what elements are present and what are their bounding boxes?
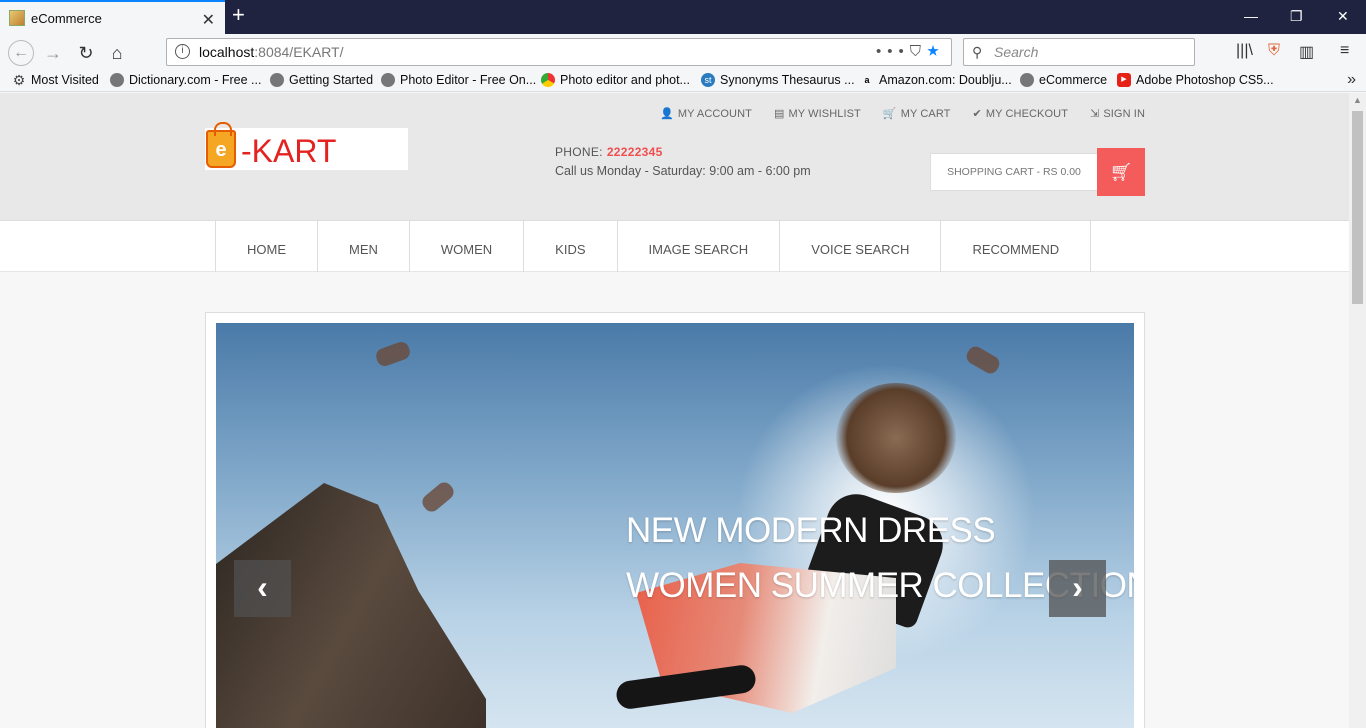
- cart-icon: 🛒︎: [1109, 162, 1133, 182]
- menu-icon[interactable]: ≡: [1340, 42, 1349, 60]
- nav-voice-search[interactable]: VOICE SEARCH: [780, 221, 942, 272]
- youtube-icon: ▶: [1117, 73, 1131, 87]
- forward-button[interactable]: →: [40, 40, 66, 66]
- url-host: localhost: [199, 44, 255, 60]
- sign-in-icon: ⇲: [1090, 108, 1100, 120]
- shopping-bag-icon: e: [206, 122, 236, 168]
- shopping-cart-summary[interactable]: SHOPPING CART - RS 0.00: [930, 153, 1098, 191]
- page-scrollbar[interactable]: ▲: [1349, 93, 1366, 728]
- bookmark-item[interactable]: ⚙ Most Visited: [12, 73, 99, 87]
- user-icon: 👤: [660, 108, 674, 120]
- chevron-right-icon: ›: [1072, 569, 1083, 605]
- bookmarks-toolbar: ⚙ Most Visited Dictionary.com - Free ... …: [0, 70, 1366, 92]
- minimize-icon[interactable]: —: [1244, 8, 1258, 24]
- close-window-icon[interactable]: ✕: [1337, 8, 1349, 25]
- bookmark-item[interactable]: a Amazon.com: Doublju...: [860, 73, 1011, 87]
- globe-icon: [1020, 73, 1034, 87]
- nav-image-search[interactable]: IMAGE SEARCH: [618, 221, 781, 272]
- site-header: 👤 MY ACCOUNT ▤ MY WISHLIST 🛒 MY CART ✔ MY CH…: [0, 93, 1349, 221]
- globe-icon: [270, 73, 284, 87]
- sign-in-link[interactable]: ⇲ SIGN IN: [1090, 107, 1145, 121]
- browser-tab-bar: eCommerce ✕ + — ❐ ✕: [0, 0, 1366, 34]
- nav-home[interactable]: HOME: [216, 221, 318, 272]
- site-info-icon[interactable]: i: [175, 44, 190, 59]
- chevron-left-icon: ‹: [257, 569, 268, 605]
- bookmark-item[interactable]: Dictionary.com - Free ...: [110, 73, 261, 87]
- page-actions-icon[interactable]: •••: [876, 43, 910, 60]
- logo-text: -KART: [241, 133, 337, 169]
- cart-icon: 🛒: [882, 108, 897, 120]
- tab-title: eCommerce: [31, 10, 102, 26]
- check-icon: ✔: [972, 108, 982, 120]
- bookmark-item[interactable]: st Synonyms Thesaurus ...: [701, 73, 855, 87]
- search-icon: ⚲: [972, 44, 983, 60]
- more-bookmarks-icon[interactable]: »: [1347, 71, 1356, 89]
- home-button[interactable]: ⌂: [104, 40, 130, 66]
- search-input[interactable]: ⚲ Search: [963, 38, 1195, 66]
- extension-shield-icon[interactable]: ⛨: [1268, 42, 1280, 60]
- slider-prev-button[interactable]: ‹: [234, 560, 291, 617]
- back-button[interactable]: ←: [8, 40, 34, 66]
- wishlist-icon: ▤: [773, 108, 785, 120]
- bookmark-star-icon[interactable]: ★: [927, 43, 945, 60]
- globe-icon: [110, 73, 124, 87]
- sidebar-icon[interactable]: ▥: [1299, 42, 1314, 62]
- new-tab-button[interactable]: +: [232, 4, 245, 26]
- scroll-thumb[interactable]: [1352, 111, 1363, 304]
- top-links: 👤 MY ACCOUNT ▤ MY WISHLIST 🛒 MY CART ✔ MY CH…: [660, 107, 1145, 121]
- browser-nav-bar: ← → ↻ ⌂ i localhost:8084/EKART/ •••⛉★ ⚲ …: [0, 34, 1366, 70]
- slider-next-button[interactable]: ›: [1049, 560, 1106, 617]
- bookmark-item[interactable]: Getting Started: [270, 73, 373, 87]
- thesaurus-icon: st: [701, 73, 715, 87]
- restore-icon[interactable]: ❐: [1290, 8, 1303, 25]
- my-account-link[interactable]: 👤 MY ACCOUNT: [660, 107, 752, 121]
- favicon-icon: [9, 10, 25, 26]
- phone-number: 22222345: [606, 145, 663, 159]
- close-tab-icon[interactable]: ✕: [202, 10, 215, 30]
- main-nav: HOME MEN WOMEN KIDS IMAGE SEARCH VOICE S…: [0, 221, 1349, 272]
- my-cart-link[interactable]: 🛒 MY CART: [882, 107, 951, 121]
- site-logo[interactable]: e -KART: [205, 122, 408, 170]
- slide-image: NEW MODERN DRESS WOMEN SUMMER COLLECTION…: [216, 323, 1134, 728]
- bookmark-item[interactable]: Photo Editor - Free On...: [381, 73, 536, 87]
- globe-icon: [381, 73, 395, 87]
- my-wishlist-link[interactable]: ▤ MY WISHLIST: [773, 107, 861, 121]
- pocket-icon[interactable]: ⛉: [910, 43, 927, 60]
- scroll-up-icon[interactable]: ▲: [1353, 95, 1362, 105]
- browser-tab[interactable]: eCommerce ✕: [0, 0, 225, 34]
- reload-button[interactable]: ↻: [73, 40, 99, 66]
- model-graphic: [614, 383, 976, 728]
- phone-info: PHONE: 22222345: [555, 145, 663, 159]
- bookmark-item[interactable]: eCommerce: [1020, 73, 1107, 87]
- nav-kids[interactable]: KIDS: [524, 221, 618, 272]
- web-page: 👤 MY ACCOUNT ▤ MY WISHLIST 🛒 MY CART ✔ MY CH…: [0, 93, 1349, 728]
- address-bar[interactable]: i localhost:8084/EKART/ •••⛉★: [166, 38, 952, 66]
- library-icon[interactable]: |||\: [1236, 42, 1253, 60]
- cart-button[interactable]: 🛒︎: [1097, 148, 1145, 196]
- nav-men[interactable]: MEN: [318, 221, 410, 272]
- nav-recommend[interactable]: RECOMMEND: [941, 221, 1092, 272]
- bookmark-item[interactable]: Photo editor and phot...: [541, 73, 690, 87]
- hero-slider: NEW MODERN DRESS WOMEN SUMMER COLLECTION…: [205, 312, 1145, 728]
- nav-women[interactable]: WOMEN: [410, 221, 525, 272]
- chrome-icon: [541, 73, 555, 87]
- url-path: :8084/EKART/: [254, 44, 344, 60]
- bookmark-item[interactable]: ▶ Adobe Photoshop CS5...: [1117, 73, 1274, 87]
- my-checkout-link[interactable]: ✔ MY CHECKOUT: [972, 107, 1069, 121]
- slide-caption-line1: NEW MODERN DRESS: [626, 511, 996, 550]
- business-hours: Call us Monday - Saturday: 9:00 am - 6:0…: [555, 164, 811, 178]
